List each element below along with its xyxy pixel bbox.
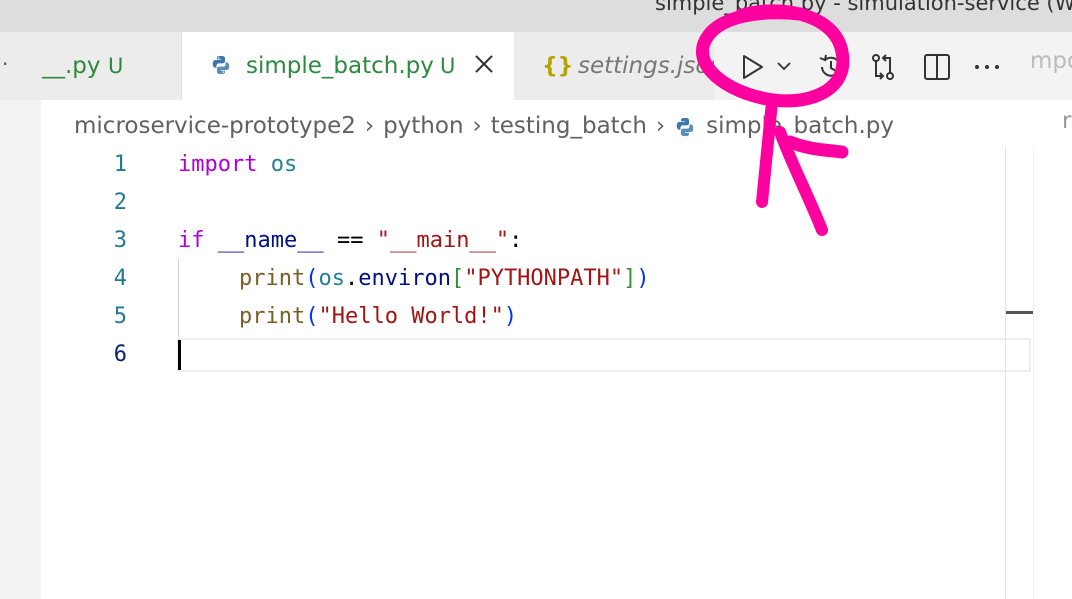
token-function: print <box>239 304 306 329</box>
token-string: "PYTHONPATH" <box>464 266 624 291</box>
python-icon <box>212 55 230 75</box>
token-bracket: ( <box>305 266 319 291</box>
token-punct: : <box>509 228 523 253</box>
line-number-current: 6 <box>113 342 127 367</box>
more-icon: · <box>2 52 9 76</box>
play-icon[interactable] <box>738 52 766 82</box>
code-line-3: if __name__ == "__main__": <box>178 228 522 253</box>
breadcrumb-item[interactable]: python <box>383 113 463 139</box>
breadcrumb: microservice-prototype2 › python › testi… <box>74 108 894 144</box>
token-string: "Hello World!" <box>318 304 504 329</box>
scrollbar-position-marker <box>1006 311 1034 314</box>
chevron-right-icon: › <box>655 113 666 139</box>
ellipsis-icon[interactable] <box>972 52 1002 82</box>
tab-label: settings.json <box>578 53 714 79</box>
current-line-highlight <box>177 338 1031 372</box>
tab-init-py[interactable]: · __.py U <box>0 32 182 100</box>
token-module: os <box>270 152 298 177</box>
line-number: 2 <box>113 190 127 215</box>
chevron-right-icon: › <box>364 113 375 139</box>
code-line-4: print(os.environ["PYTHONPATH"]) <box>239 266 650 291</box>
chevron-down-icon[interactable] <box>774 58 794 74</box>
token-bracket: ) <box>636 266 650 291</box>
token-bracket: ) <box>503 304 518 329</box>
line-number: 4 <box>113 266 127 291</box>
breadcrumb-item[interactable]: microservice-prototype2 <box>74 113 356 139</box>
line-number: 1 <box>113 152 127 177</box>
code-line-1: import os <box>178 152 297 177</box>
token-module: os <box>318 266 345 291</box>
untracked-badge: U <box>440 54 456 78</box>
code-line-5: print("Hello World!") <box>239 304 517 329</box>
token-string: "__main__" <box>376 228 510 253</box>
token-attribute: environ <box>358 266 451 291</box>
history-icon[interactable] <box>816 52 846 82</box>
json-braces-icon: {} <box>542 53 574 79</box>
chevron-right-icon: › <box>472 113 482 139</box>
token-identifier: __name__ <box>217 228 324 253</box>
token-function: print <box>239 266 306 291</box>
minimap-edge <box>1033 146 1034 599</box>
scrollbar-track[interactable] <box>1005 146 1006 599</box>
token-bracket: ( <box>305 304 319 329</box>
indent-guide <box>178 259 179 337</box>
line-number: 5 <box>113 304 127 329</box>
tab-simple-batch[interactable]: simple_batch.py U <box>182 32 514 100</box>
token-punct: . <box>344 266 359 291</box>
tab-bar: · __.py U simple_batch.py U {} settings.… <box>0 32 1072 100</box>
window-title: simple_batch.py - simulation-service (W <box>655 0 1072 15</box>
breadcrumb-item[interactable]: simple_batch.py <box>706 113 894 139</box>
title-bar: simple_batch.py - simulation-service (W <box>0 0 1072 32</box>
breadcrumb-item[interactable]: testing_batch <box>491 113 647 139</box>
python-icon <box>676 117 694 137</box>
git-compare-icon[interactable] <box>868 52 898 82</box>
tab-label: simple_batch.py <box>246 53 434 79</box>
token-bracket: ] <box>623 266 637 291</box>
code-editor[interactable]: 1 2 3 4 5 6 import os if __name__ == "__… <box>41 146 1072 599</box>
token-operator: == <box>336 228 364 253</box>
token-keyword: import <box>178 152 258 177</box>
token-keyword: if <box>178 228 205 253</box>
side-panel-edge <box>0 100 41 599</box>
token-bracket: [ <box>450 266 465 291</box>
text-cursor <box>178 340 181 370</box>
line-number: 3 <box>113 228 127 253</box>
breadcrumb-right-fragment: r <box>1062 108 1072 134</box>
close-icon[interactable] <box>472 52 496 76</box>
tab-label: __.py <box>42 53 101 79</box>
split-editor-icon[interactable] <box>922 52 952 82</box>
tab-overflow-label[interactable]: mpo <box>1030 48 1072 74</box>
tab-settings-json[interactable]: {} settings.json <box>514 32 714 100</box>
untracked-badge: U <box>108 54 124 78</box>
